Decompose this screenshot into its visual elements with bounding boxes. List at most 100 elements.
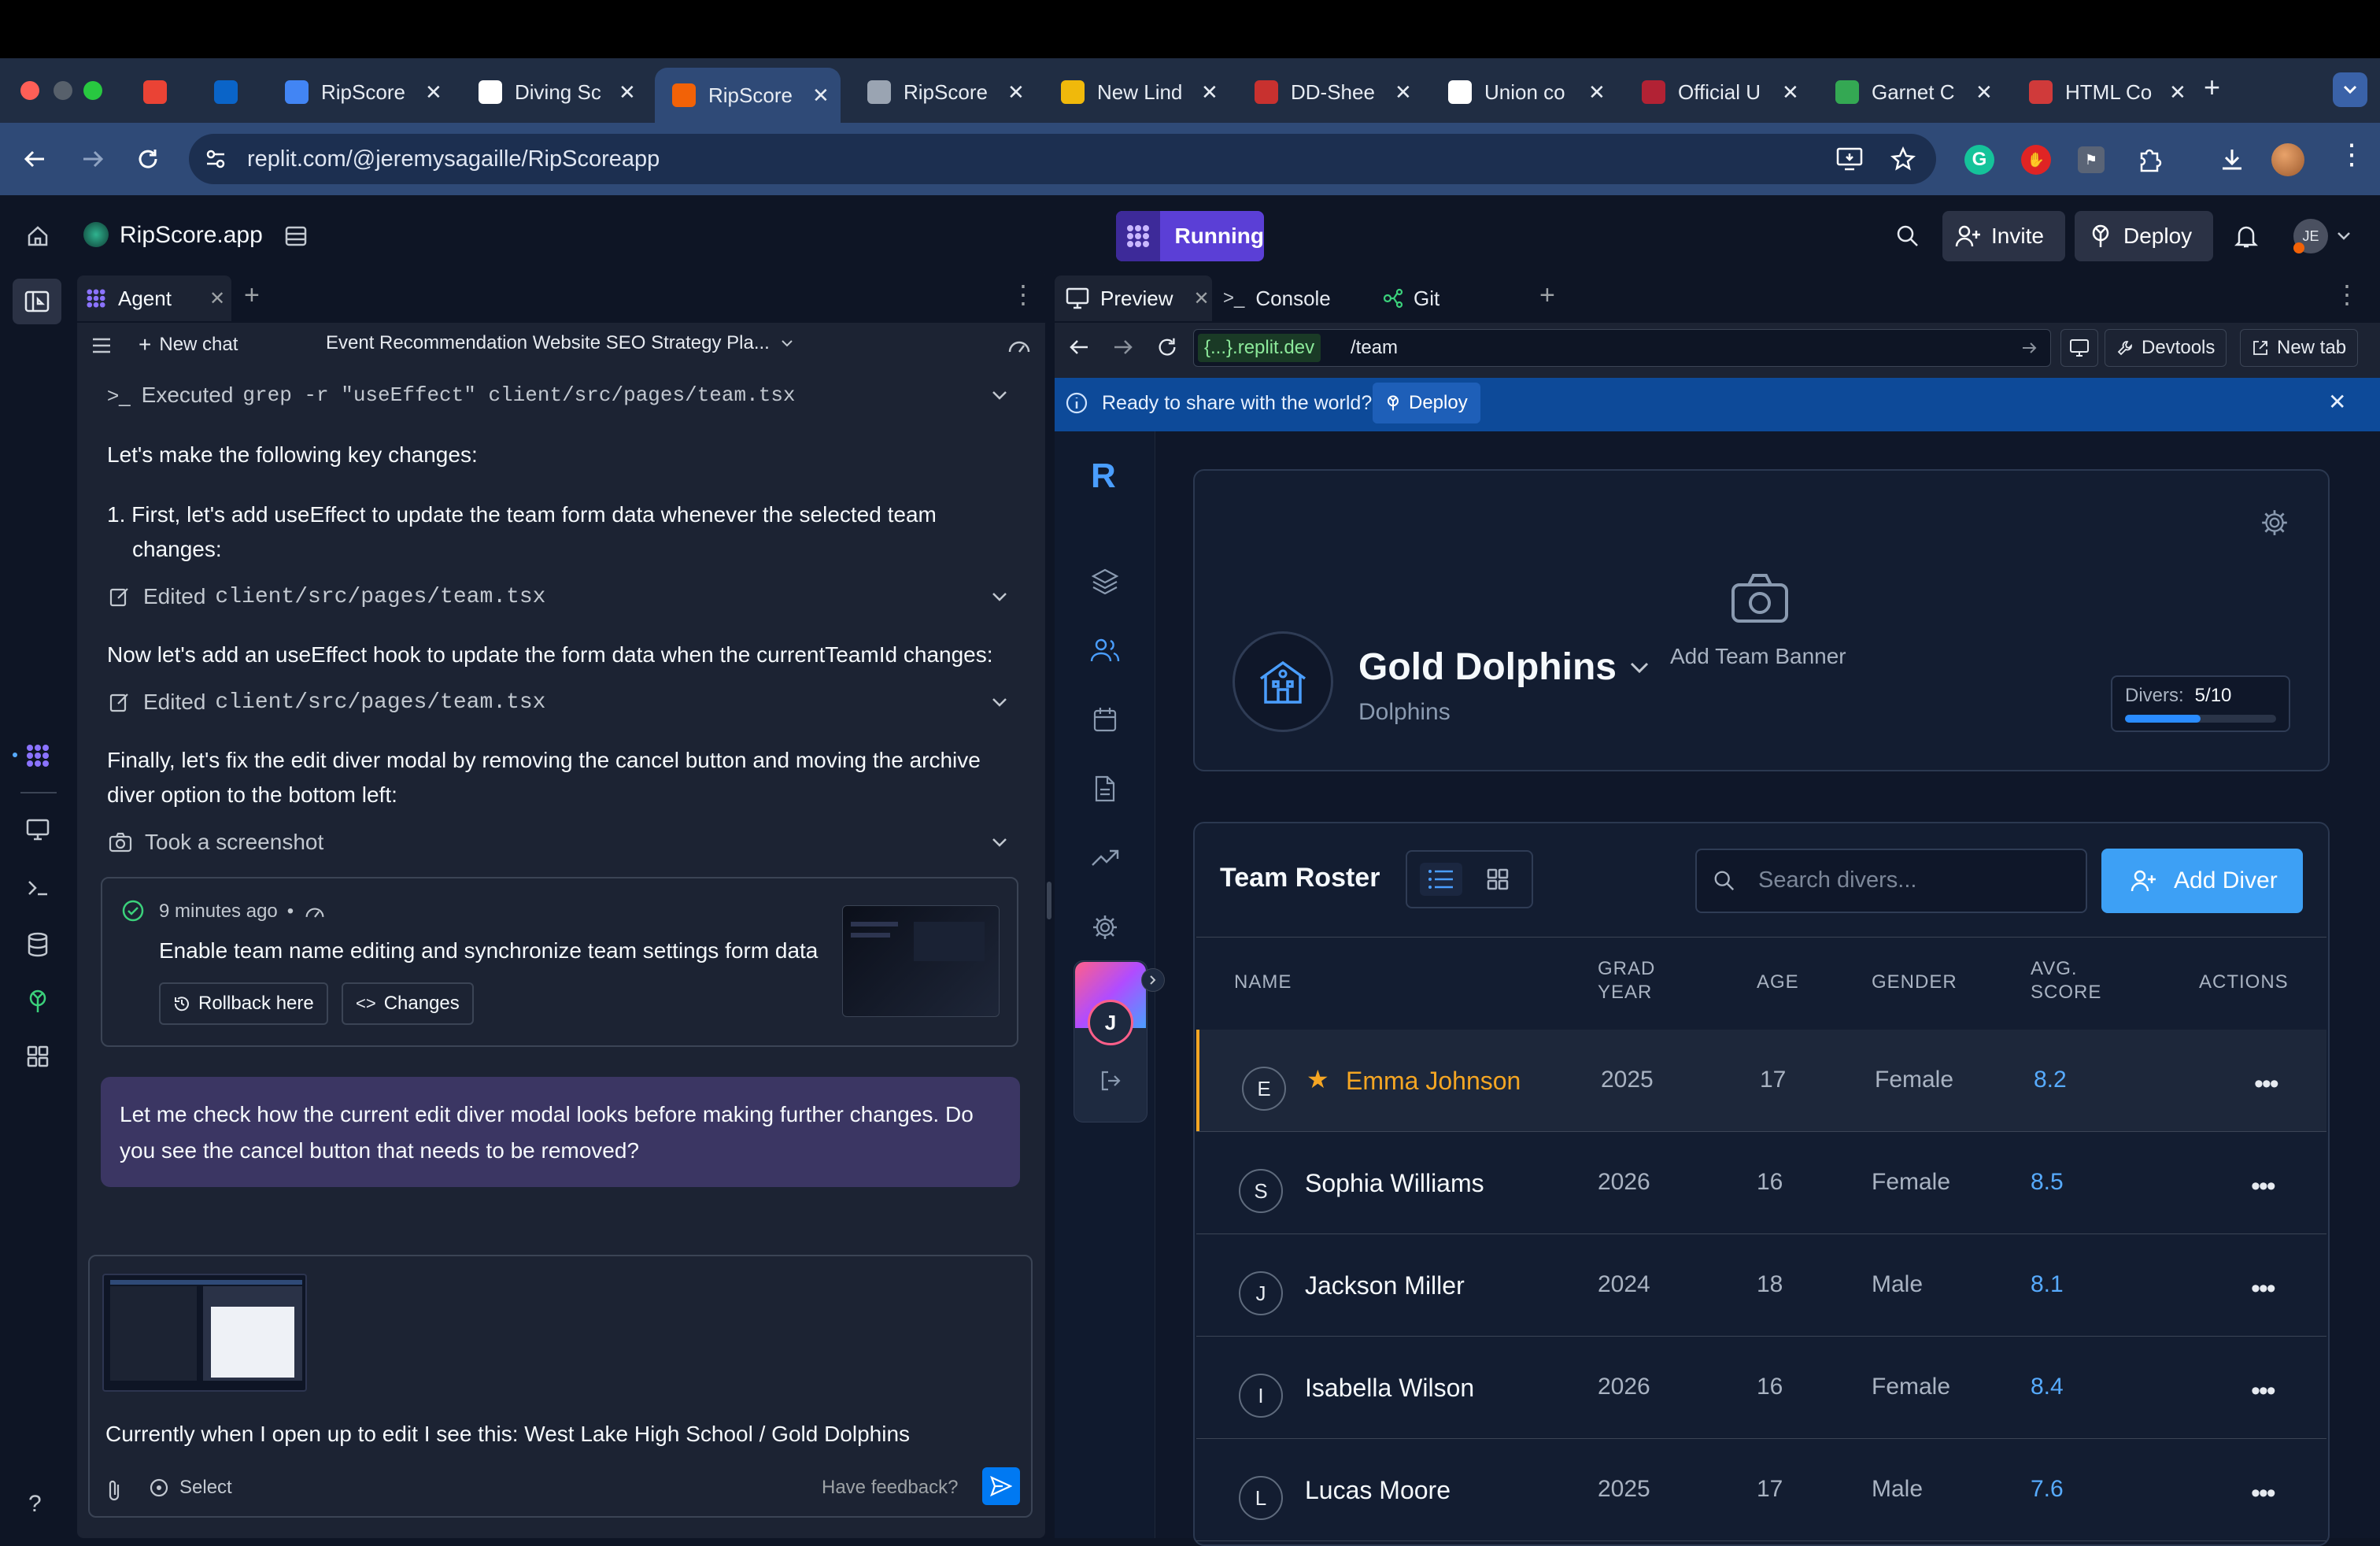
deploy-button[interactable]: Deploy	[2075, 211, 2213, 261]
chat-title-dropdown[interactable]: Event Recommendation Website SEO Strateg…	[326, 332, 793, 354]
close-icon[interactable]: ✕	[2169, 80, 2186, 105]
browser-tab[interactable]	[197, 68, 250, 117]
rollback-button[interactable]: Rollback here	[159, 982, 328, 1025]
window-close-button[interactable]	[20, 81, 39, 100]
panel-resize-handle[interactable]	[1047, 882, 1051, 919]
row-actions-button[interactable]: •••	[2251, 1478, 2276, 1509]
browser-tab[interactable]: HTML Co ✕	[2012, 68, 2186, 117]
attach-button[interactable]	[102, 1477, 126, 1503]
search-button[interactable]	[1892, 222, 1924, 250]
tab-agent[interactable]: Agent ✕	[77, 276, 231, 321]
add-tab-button[interactable]: +	[1539, 280, 1555, 311]
bookmark-star-icon[interactable]	[1887, 145, 1919, 173]
grammarly-extension-icon[interactable]: G	[1964, 145, 1994, 175]
nav-team-button[interactable]	[1089, 634, 1121, 666]
nav-calendar-button[interactable]	[1089, 704, 1121, 735]
close-icon[interactable]: ✕	[619, 80, 636, 105]
browser-tab[interactable]	[126, 68, 179, 117]
col-score-header[interactable]: AVG. SCORE	[2031, 957, 2101, 1004]
add-diver-button[interactable]: Add Diver	[2101, 849, 2303, 913]
chevron-down-icon[interactable]	[992, 697, 1007, 707]
col-name-header[interactable]: NAME	[1234, 971, 1292, 993]
list-view-button[interactable]	[1420, 863, 1462, 896]
extension-icon[interactable]: ⚑	[2078, 146, 2105, 173]
close-icon[interactable]: ✕	[1975, 80, 1993, 105]
preview-forward-button[interactable]	[1110, 334, 1136, 361]
row-actions-button[interactable]: •••	[2254, 1069, 2279, 1100]
arrow-right-icon[interactable]	[2021, 340, 2038, 356]
star-icon[interactable]: ★	[1306, 1064, 1329, 1094]
browser-tab[interactable]: New Lind ✕	[1044, 68, 1218, 117]
edited-file-row[interactable]: Edited client/src/pages/team.tsx	[109, 584, 545, 609]
tab-console[interactable]: >_ Console	[1220, 276, 1369, 321]
browser-tab[interactable]: RipScore ✕	[655, 68, 841, 123]
devtools-button[interactable]: Devtools	[2105, 329, 2227, 367]
close-icon[interactable]: ✕	[425, 80, 442, 105]
rail-database-button[interactable]	[22, 929, 54, 960]
adblock-extension-icon[interactable]: ✋	[2021, 145, 2051, 175]
table-row[interactable]: I Isabella Wilson 2026 16 Female 8.4 •••	[1196, 1337, 2326, 1439]
preview-url-field[interactable]	[1193, 329, 2051, 367]
close-icon[interactable]: ✕	[812, 83, 830, 108]
diver-name[interactable]: Emma Johnson	[1346, 1067, 1521, 1096]
forward-button[interactable]	[76, 142, 110, 176]
col-age-header[interactable]: AGE	[1757, 971, 1799, 993]
checkpoint-thumbnail[interactable]	[842, 905, 1000, 1017]
chat-list-button[interactable]	[90, 334, 113, 357]
edited-file-row[interactable]: Edited client/src/pages/team.tsx	[109, 690, 545, 715]
rail-all-tools-button[interactable]	[22, 1041, 54, 1072]
table-row[interactable]: E ★ Emma Johnson 2025 17 Female 8.2 •••	[1196, 1030, 2326, 1132]
project-name[interactable]: RipScore.app	[120, 222, 263, 249]
logout-button[interactable]	[1097, 1067, 1124, 1094]
rail-shell-button[interactable]	[22, 872, 54, 904]
preview-url-host[interactable]: {...}.replit.dev	[1198, 334, 1321, 362]
grid-view-button[interactable]	[1476, 863, 1519, 896]
sidebar-expand-button[interactable]	[1141, 968, 1165, 992]
diver-name[interactable]: Lucas Moore	[1305, 1476, 1451, 1505]
feedback-link[interactable]: Have feedback?	[822, 1477, 958, 1499]
rail-deploy-button[interactable]	[22, 986, 54, 1017]
nav-trends-button[interactable]	[1089, 842, 1121, 874]
preview-back-button[interactable]	[1066, 334, 1092, 361]
chat-input-text[interactable]: Currently when I open up to edit I see t…	[105, 1422, 910, 1447]
select-element-button[interactable]: Select	[148, 1477, 232, 1499]
diver-name[interactable]: Sophia Williams	[1305, 1169, 1484, 1198]
browser-menu-icon[interactable]: ⋮	[2338, 140, 2366, 168]
project-info-button[interactable]	[280, 220, 312, 252]
nav-settings-button[interactable]	[1089, 912, 1121, 943]
preview-reload-button[interactable]	[1154, 334, 1181, 361]
close-banner-button[interactable]: ✕	[2328, 389, 2346, 415]
add-tab-button[interactable]: +	[244, 280, 260, 311]
window-minimize-button[interactable]	[54, 81, 72, 100]
browser-tab[interactable]: RipScore ✕	[268, 68, 442, 117]
browser-tab[interactable]: RipScore ✕	[850, 68, 1025, 117]
site-info-icon[interactable]	[201, 145, 230, 173]
user-avatar-app[interactable]: J	[1088, 1000, 1133, 1045]
close-icon[interactable]: ✕	[1201, 80, 1218, 105]
device-toggle-button[interactable]	[2060, 329, 2098, 367]
table-row[interactable]: J Jackson Miller 2024 18 Male 8.1 •••	[1196, 1234, 2326, 1337]
nav-documents-button[interactable]	[1089, 773, 1121, 804]
new-tab-button[interactable]: +	[2204, 71, 2220, 104]
col-grad-year-header[interactable]: GRAD YEAR	[1598, 957, 1655, 1004]
rail-agent-button[interactable]	[22, 740, 54, 771]
table-row[interactable]: L Lucas Moore 2025 17 Male 7.6 •••	[1196, 1439, 2326, 1541]
tab-git[interactable]: Git	[1382, 276, 1524, 321]
browser-tab[interactable]: DD-Shee ✕	[1237, 68, 1412, 117]
tab-preview[interactable]: Preview ✕	[1055, 276, 1212, 321]
tab-search-button[interactable]	[2333, 72, 2367, 107]
team-settings-button[interactable]	[2256, 504, 2293, 542]
downloads-icon[interactable]	[2216, 143, 2248, 175]
invite-button[interactable]: Invite	[1942, 211, 2065, 261]
progress-gauge-icon[interactable]	[1006, 334, 1033, 357]
add-banner-button[interactable]	[1727, 568, 1793, 628]
tab-options-icon[interactable]: ⋮	[1011, 282, 1036, 307]
team-switcher[interactable]: Gold Dolphins	[1358, 645, 1650, 689]
diver-name[interactable]: Jackson Miller	[1305, 1271, 1465, 1300]
screenshot-row[interactable]: Took a screenshot	[109, 830, 323, 855]
banner-deploy-button[interactable]: Deploy	[1373, 383, 1480, 423]
row-actions-button[interactable]: •••	[2251, 1376, 2276, 1407]
nav-layers-button[interactable]	[1089, 565, 1121, 597]
rail-webview-button[interactable]	[22, 814, 54, 845]
notifications-button[interactable]	[2230, 220, 2262, 252]
